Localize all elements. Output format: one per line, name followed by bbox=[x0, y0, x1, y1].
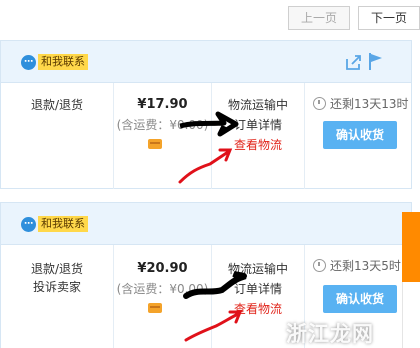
complain-seller-link[interactable]: 投诉卖家 bbox=[1, 279, 113, 295]
order-actions-cell: 退款/退货 bbox=[1, 83, 113, 189]
contact-seller-label[interactable]: 和我联系 bbox=[38, 54, 88, 70]
confirm-receipt-button[interactable]: 确认收货 bbox=[323, 121, 397, 149]
payment-card-icon bbox=[148, 303, 162, 313]
order-body: 退款/退货 ¥17.90 (含运费：¥0.00) 物流运输中 订单详情 查看物流… bbox=[1, 83, 411, 189]
order-card: ⋯ 和我联系 退款/退货 ¥17.90 (含运费：¥0.00) 物流运输中 订单… bbox=[0, 40, 412, 189]
contact-seller-label[interactable]: 和我联系 bbox=[38, 216, 88, 232]
pager: 上一页 下一页 bbox=[287, 6, 420, 32]
clock-icon bbox=[313, 97, 326, 110]
chat-bubble-icon: ⋯ bbox=[21, 54, 36, 70]
shipping-fee-note: (含运费：¥0.00) bbox=[116, 118, 209, 132]
order-detail-link[interactable]: 订单详情 bbox=[212, 117, 304, 133]
order-header: ⋯ 和我联系 bbox=[1, 41, 411, 83]
confirm-receipt-button[interactable]: 确认收货 bbox=[323, 285, 397, 313]
clock-icon bbox=[313, 259, 326, 272]
time-remaining-text: 还剩13天5时 bbox=[330, 259, 401, 273]
view-logistics-link[interactable]: 查看物流 bbox=[212, 301, 304, 317]
order-price-cell: ¥17.90 (含运费：¥0.00) bbox=[113, 83, 211, 189]
share-icon[interactable] bbox=[345, 53, 363, 71]
flag-icon[interactable] bbox=[367, 51, 385, 71]
time-remaining: 还剩13天5时 bbox=[313, 257, 401, 274]
chat-bubble-icon: ⋯ bbox=[21, 216, 36, 232]
order-status: 物流运输中 bbox=[227, 262, 288, 276]
prev-page-button[interactable]: 上一页 bbox=[287, 6, 350, 30]
order-header: ⋯ 和我联系 bbox=[1, 203, 411, 245]
order-status: 物流运输中 bbox=[227, 98, 288, 112]
time-remaining: 还剩13天13时 bbox=[313, 95, 409, 112]
view-logistics-link[interactable]: 查看物流 bbox=[212, 137, 304, 153]
shipping-fee-note: (含运费：¥0.00) bbox=[116, 282, 209, 296]
refund-return-link[interactable]: 退款/退货 bbox=[1, 97, 113, 113]
contact-seller[interactable]: ⋯ 和我联系 bbox=[21, 216, 88, 232]
next-page-button[interactable]: 下一页 bbox=[357, 6, 420, 30]
order-confirm-cell: 还剩13天13时 确认收货 bbox=[304, 83, 413, 189]
order-price-cell: ¥20.90 (含运费：¥0.00) bbox=[113, 245, 211, 348]
order-detail-link[interactable]: 订单详情 bbox=[212, 281, 304, 297]
payment-card-icon bbox=[148, 139, 162, 149]
order-actions-cell: 退款/退货 投诉卖家 bbox=[1, 245, 113, 348]
time-remaining-text: 还剩13天13时 bbox=[330, 97, 409, 111]
side-floating-tab[interactable] bbox=[402, 212, 420, 282]
order-status-cell: 物流运输中 订单详情 查看物流 bbox=[211, 83, 304, 189]
side-panel-edge bbox=[402, 282, 420, 348]
watermark: 浙江龙网 bbox=[286, 322, 374, 346]
order-price: ¥17.90 bbox=[137, 97, 188, 112]
contact-seller[interactable]: ⋯ 和我联系 bbox=[21, 54, 88, 70]
order-price: ¥20.90 bbox=[137, 261, 188, 276]
orders-page: 上一页 下一页 ⋯ 和我联系 退款/退货 ¥17.90 (含运费：¥0.00) … bbox=[0, 0, 420, 348]
refund-return-link[interactable]: 退款/退货 bbox=[1, 261, 113, 277]
